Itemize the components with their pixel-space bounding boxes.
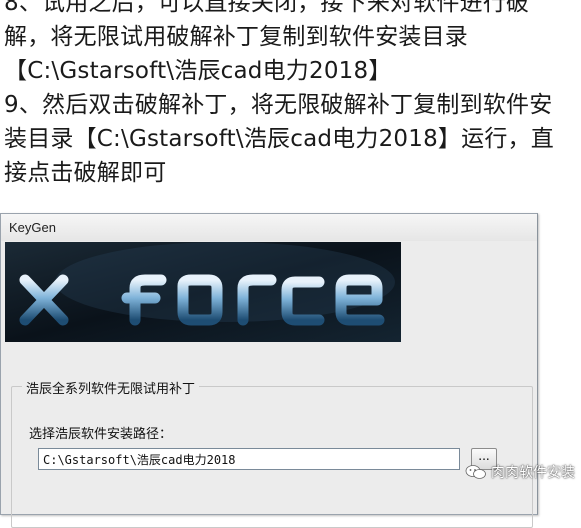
article-line: 9、然后双击破解补丁，将无限破解补丁复制到软件安 [4,92,553,118]
install-path-input[interactable] [38,448,460,470]
article-line: 装目录【C:\Gstarsoft\浩辰cad电力2018】运行，直 [4,126,554,152]
xforce-banner [5,242,401,342]
group-title: 浩辰全系列软件无限试用补丁 [22,378,200,397]
xforce-logo [5,242,401,342]
article-line: 解，将无限试用破解补丁复制到软件安装目录 [4,24,468,50]
article-line: 8、试用之后，可以直接关闭，接下来对软件进行破 [4,0,530,16]
watermark: 肉肉软件安装 [465,462,575,482]
window-title[interactable]: KeyGen [1,214,537,241]
keygen-window: KeyGen 浩辰全系列软件无限试用补丁 选择浩辰软件安装路径： C:\Gsta… [0,213,538,528]
article-line: 接点击破解即可 [4,160,167,186]
install-path-label: 选择浩辰软件安装路径： [29,427,173,442]
watermark-text: 肉肉软件安装 [491,465,575,481]
article-text: 8、试用之后，可以直接关闭，接下来对软件进行破 解，将无限试用破解补丁复制到软件… [4,0,581,190]
article-line: 【C:\Gstarsoft\浩辰cad电力2018】 [4,58,392,84]
wechat-icon [465,465,486,479]
